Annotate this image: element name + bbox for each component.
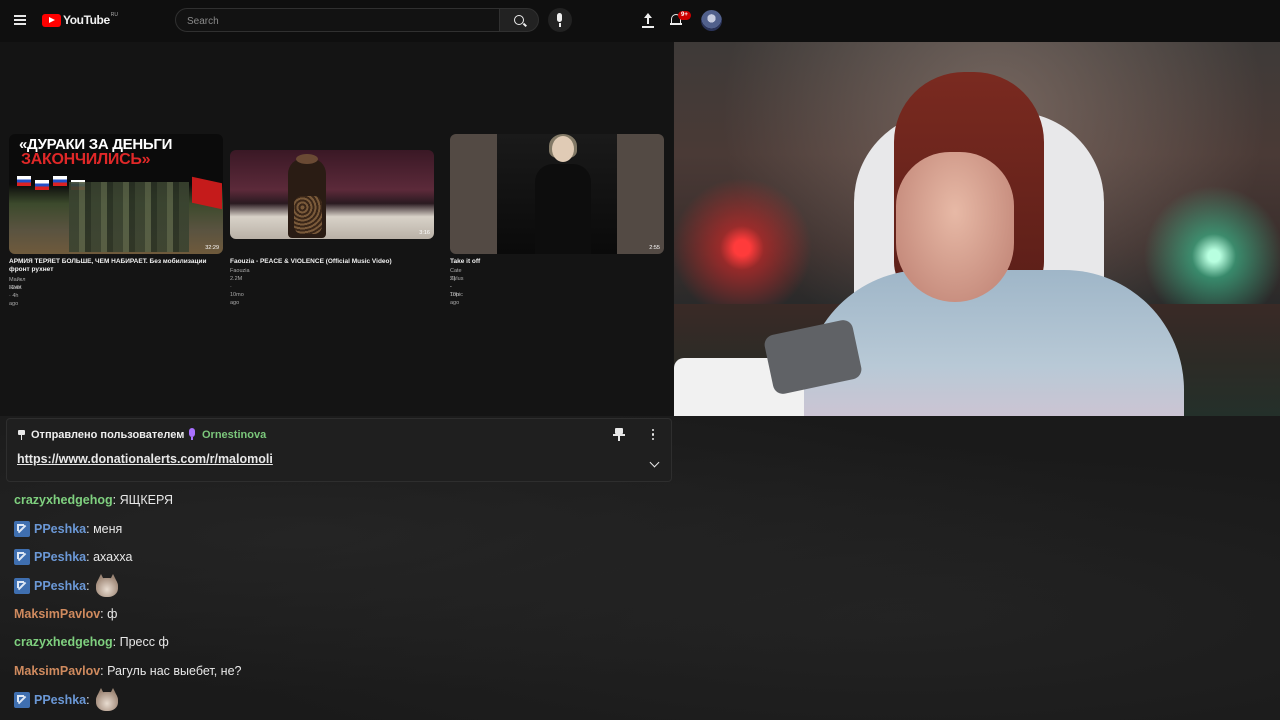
flag-icon xyxy=(35,180,49,190)
chat-message: crazyxhedgehog : ЯЩКЕРЯ xyxy=(14,492,173,508)
chat-message: PPeshka : xyxy=(14,572,120,600)
chat-message: crazyxhedgehog : Пресс ф xyxy=(14,634,169,650)
video-duration: 2:55 xyxy=(649,245,660,251)
video-duration: 32:29 xyxy=(205,245,219,251)
chat-text: : Пресс ф xyxy=(112,635,169,649)
chat-username[interactable]: crazyxhedgehog xyxy=(14,635,113,649)
chat-text: : ахахха xyxy=(86,549,133,564)
microphone-icon xyxy=(557,13,562,22)
account-avatar[interactable] xyxy=(701,10,722,31)
pickaxe-badge-icon xyxy=(14,548,30,565)
chat-text: : xyxy=(86,579,90,593)
video-duration: 3:16 xyxy=(419,230,430,236)
youtube-play-icon xyxy=(42,13,61,27)
chat-username[interactable]: PPeshka xyxy=(34,579,86,593)
video-stats: 2.2M · 10mo ago xyxy=(230,276,244,306)
chat-username[interactable]: PPeshka xyxy=(34,522,86,536)
search-icon xyxy=(514,15,524,25)
singer-image xyxy=(288,154,326,238)
streamer-face xyxy=(896,152,1014,302)
portrait-image xyxy=(552,136,574,162)
video-title[interactable]: Take it off xyxy=(450,258,660,266)
youtube-header: YouTube RU 9+ xyxy=(0,0,1280,42)
youtube-logo-text: YouTube xyxy=(63,13,110,27)
unpin-icon[interactable] xyxy=(613,428,625,442)
video-thumbnail[interactable]: 2:55 xyxy=(450,134,664,254)
cat-emote-icon xyxy=(94,573,120,599)
upload-icon[interactable] xyxy=(641,13,655,29)
video-title[interactable]: АРМИЯ ТЕРЯЕТ БОЛЬШЕ, ЧЕМ НАБИРАЕТ. Без м… xyxy=(9,258,219,274)
youtube-video-grid: «ДУРАКИ ЗА ДЕНЬГИ ЗАКОНЧИЛИСЬ» 32:29 АРМ… xyxy=(0,42,673,416)
pickaxe-badge-icon xyxy=(14,520,30,537)
pinned-by-label: Отправлено пользователем xyxy=(31,429,185,441)
video-thumbnail[interactable]: «ДУРАКИ ЗА ДЕНЬГИ ЗАКОНЧИЛИСЬ» 32:29 xyxy=(9,134,223,254)
pinned-by-user[interactable]: Ornestinova xyxy=(202,429,266,441)
pickaxe-badge-icon xyxy=(14,692,30,708)
chat-username[interactable]: MaksimPavlov xyxy=(14,664,100,678)
chat-text: : ф xyxy=(100,607,118,621)
pinned-link[interactable]: https://www.donationalerts.com/r/malomol… xyxy=(17,452,273,466)
chat-username[interactable]: PPeshka xyxy=(34,550,86,564)
video-title[interactable]: Faouzia - PEACE & VIOLENCE (Official Mus… xyxy=(230,258,440,266)
search-input[interactable] xyxy=(185,9,489,33)
chevron-down-icon[interactable] xyxy=(649,457,660,468)
search-box xyxy=(175,8,500,33)
cat-emote-icon xyxy=(94,687,120,713)
flag-icon xyxy=(17,176,31,186)
microphone-badge-icon xyxy=(188,428,196,441)
notification-count-badge: 9+ xyxy=(678,11,691,20)
chat-username[interactable]: crazyxhedgehog xyxy=(14,493,113,507)
red-flag-image xyxy=(192,176,222,210)
chat-text: : xyxy=(86,693,90,707)
chat-text: : Рагуль нас выебет, не? xyxy=(100,664,242,678)
thumbnail-caption: ЗАКОНЧИЛИСЬ» xyxy=(21,151,151,168)
video-stats: 21 · 10h ago xyxy=(450,276,460,306)
chat-username[interactable]: PPeshka xyxy=(34,693,86,707)
soldiers-image xyxy=(69,182,189,252)
pinned-message: Отправлено пользователем Ornestinova htt… xyxy=(6,418,672,482)
chat-message: PPeshka : xyxy=(14,686,120,714)
chat-message: PPeshka : ахахха xyxy=(14,548,132,565)
pickaxe-badge-icon xyxy=(14,578,30,594)
chat-message: MaksimPavlov : ф xyxy=(14,606,117,622)
pin-icon xyxy=(17,430,26,440)
search-button[interactable] xyxy=(499,8,539,32)
youtube-logo[interactable]: YouTube RU xyxy=(42,12,118,27)
chat-text: : ЯЩКЕРЯ xyxy=(112,493,174,507)
flag-icon xyxy=(53,176,67,186)
voice-search-button[interactable] xyxy=(548,8,572,32)
video-thumbnail[interactable]: 3:16 xyxy=(230,150,434,239)
chat-text: : меня xyxy=(86,521,123,536)
chat-message: MaksimPavlov : Рагуль нас выебет, не? xyxy=(14,663,241,679)
chat-username[interactable]: MaksimPavlov xyxy=(14,607,100,621)
chat-message: PPeshka : меня xyxy=(14,520,122,537)
more-options-icon[interactable] xyxy=(652,429,656,441)
streamer-webcam xyxy=(674,42,1280,416)
hamburger-menu-icon[interactable] xyxy=(14,15,26,25)
video-channel[interactable]: Faouzia xyxy=(230,267,250,275)
region-code: RU xyxy=(110,12,118,18)
video-stats: 324K · 4h ago xyxy=(9,285,22,307)
